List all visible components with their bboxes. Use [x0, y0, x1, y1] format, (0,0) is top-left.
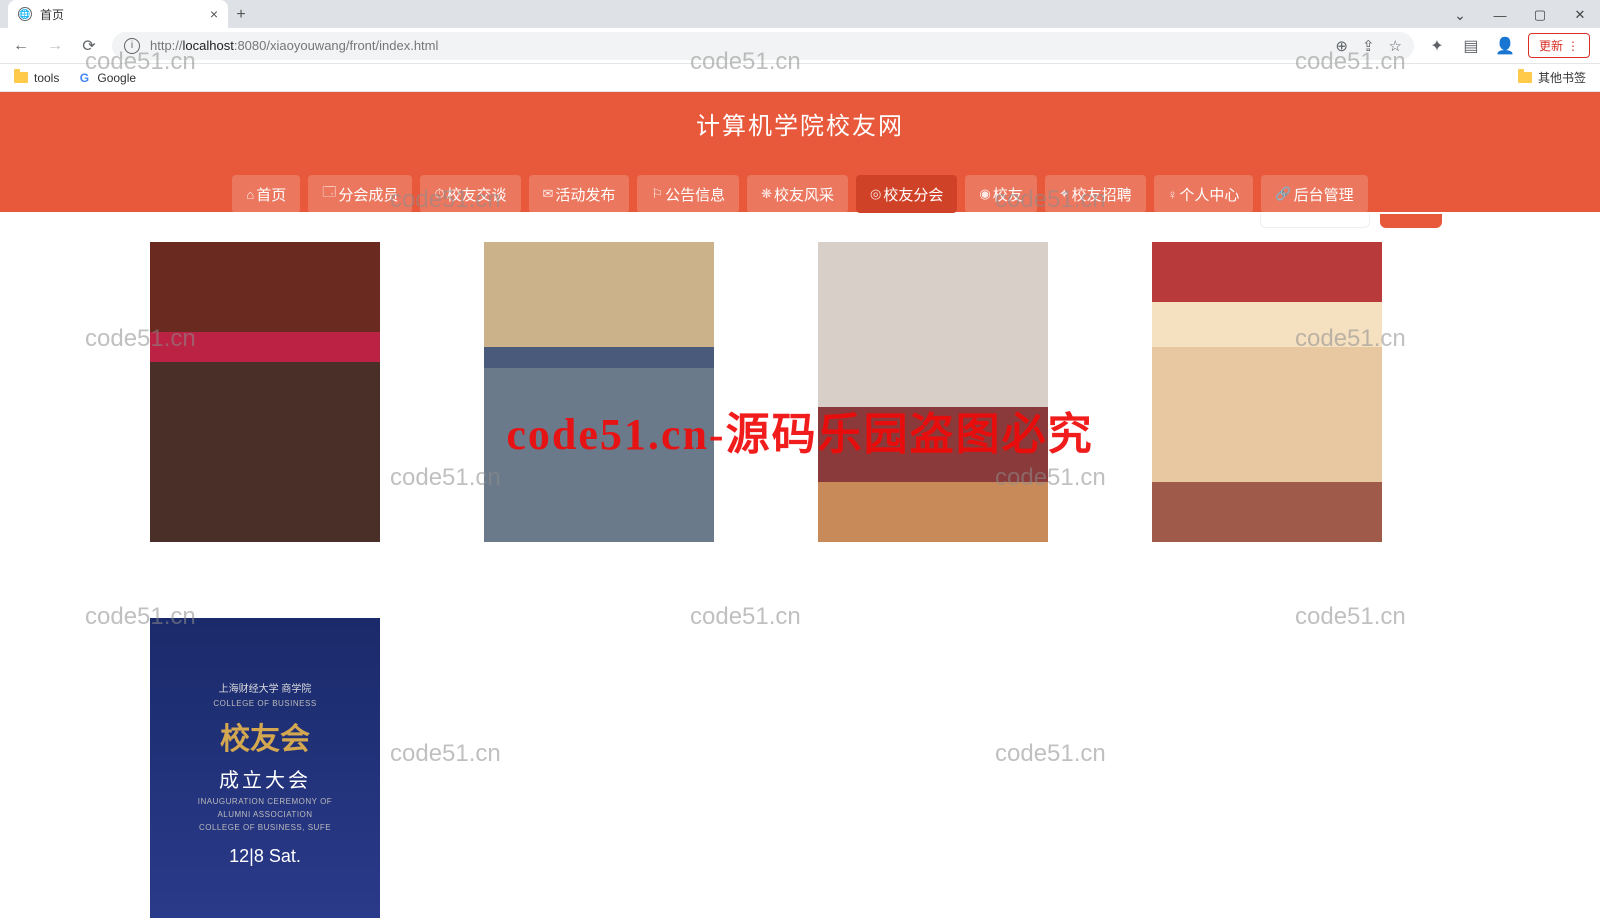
back-button[interactable]: ←	[10, 35, 32, 57]
card-image	[818, 242, 1048, 542]
nav-icon: ❋	[761, 186, 772, 202]
card-image	[1152, 242, 1382, 542]
card-image: 上海财经大学 商学院 COLLEGE OF BUSINESS 校友会 成立大会 …	[150, 618, 380, 918]
site-title: 计算机学院校友网	[0, 106, 1600, 141]
nav-icon: 🔗	[1275, 186, 1291, 202]
nav-label: 活动发布	[555, 184, 615, 205]
browser-tab-strip: 🌐 首页 × +	[0, 0, 1600, 28]
nav-item-3[interactable]: ✉活动发布	[529, 175, 630, 213]
nav-icon: 🗔	[322, 183, 336, 205]
nav-label: 首页	[256, 184, 286, 205]
card-image	[150, 242, 380, 542]
branch-card[interactable]	[150, 242, 380, 542]
card-image	[484, 242, 714, 542]
close-window-button[interactable]: ✕	[1560, 2, 1600, 28]
branch-card[interactable]	[1152, 242, 1382, 542]
branch-card[interactable]	[484, 242, 714, 542]
update-button[interactable]: 更新⋮	[1528, 33, 1590, 58]
nav-label: 后台管理	[1294, 184, 1354, 205]
bookmark-google[interactable]: GGoogle	[77, 71, 136, 85]
address-bar[interactable]: i http://localhost:8080/xiaoyouwang/fron…	[112, 32, 1414, 60]
main-nav: ⌂首页🗔分会成员⏱校友交谈✉活动发布⚐公告信息❋校友风采◎校友分会◉校友✦校友招…	[0, 175, 1600, 213]
nav-item-0[interactable]: ⌂首页	[232, 175, 300, 213]
new-tab-button[interactable]: +	[228, 2, 254, 28]
folder-icon	[1518, 72, 1532, 83]
zoom-icon[interactable]: ⊕	[1335, 37, 1348, 55]
nav-item-4[interactable]: ⚐公告信息	[637, 175, 739, 213]
nav-label: 校友交谈	[446, 184, 506, 205]
nav-item-5[interactable]: ❋校友风采	[747, 175, 848, 213]
nav-label: 校友分会	[883, 184, 943, 205]
browser-tab[interactable]: 🌐 首页 ×	[8, 0, 228, 28]
nav-label: 个人中心	[1179, 184, 1239, 205]
folder-icon	[14, 72, 28, 83]
google-icon: G	[77, 71, 91, 85]
nav-icon: ♀	[1168, 187, 1178, 202]
minimize-button[interactable]: —	[1480, 2, 1520, 28]
url-text: http://localhost:8080/xiaoyouwang/front/…	[150, 38, 438, 53]
nav-icon: ◎	[870, 186, 881, 202]
forward-button[interactable]: →	[44, 35, 66, 57]
profile-icon[interactable]: 👤	[1494, 35, 1516, 57]
branch-card[interactable]: 上海财经大学 商学院 COLLEGE OF BUSINESS 校友会 成立大会 …	[150, 618, 380, 918]
bookmark-other[interactable]: 其他书签	[1518, 69, 1586, 86]
branch-card[interactable]	[818, 242, 1048, 542]
search-button[interactable]	[1380, 214, 1442, 228]
reload-button[interactable]: ⟳	[78, 35, 100, 57]
nav-icon: ◉	[979, 186, 990, 202]
chevron-down-icon[interactable]: ⌄	[1440, 2, 1480, 28]
search-area	[1260, 214, 1442, 228]
nav-item-2[interactable]: ⏱校友交谈	[420, 175, 520, 213]
nav-label: 分会成员	[338, 184, 398, 205]
nav-item-8[interactable]: ✦校友招聘	[1045, 175, 1146, 213]
nav-label: 公告信息	[665, 184, 725, 205]
nav-item-1[interactable]: 🗔分会成员	[308, 175, 412, 213]
tab-title: 首页	[40, 6, 64, 23]
side-panel-icon[interactable]: ▤	[1460, 35, 1482, 57]
share-icon[interactable]: ⇪	[1362, 37, 1375, 55]
nav-item-6[interactable]: ◎校友分会	[856, 175, 957, 213]
nav-item-10[interactable]: 🔗后台管理	[1261, 175, 1367, 213]
browser-toolbar: ← → ⟳ i http://localhost:8080/xiaoyouwan…	[0, 28, 1600, 64]
globe-icon: 🌐	[18, 7, 32, 21]
page-header: 计算机学院校友网 ⌂首页🗔分会成员⏱校友交谈✉活动发布⚐公告信息❋校友风采◎校友…	[0, 92, 1600, 212]
nav-icon: ⚐	[651, 186, 663, 202]
search-input[interactable]	[1260, 214, 1370, 228]
nav-icon: ✦	[1059, 186, 1070, 202]
bookmark-star-icon[interactable]: ☆	[1389, 37, 1402, 55]
nav-icon: ⌂	[246, 187, 254, 202]
nav-label: 校友风采	[774, 184, 834, 205]
nav-icon: ✉	[543, 186, 554, 202]
nav-icon: ⏱	[434, 186, 444, 202]
nav-label: 校友招聘	[1072, 184, 1132, 205]
window-controls: ⌄ — ▢ ✕	[1440, 2, 1600, 28]
nav-item-9[interactable]: ♀个人中心	[1154, 175, 1254, 213]
close-icon[interactable]: ×	[210, 6, 218, 22]
content-area: 上海财经大学 商学院 COLLEGE OF BUSINESS 校友会 成立大会 …	[0, 212, 1600, 918]
bookmark-tools[interactable]: tools	[14, 71, 59, 85]
info-icon[interactable]: i	[124, 38, 140, 54]
bookmarks-bar: tools GGoogle 其他书签	[0, 64, 1600, 92]
extensions-icon[interactable]: ✦	[1426, 35, 1448, 57]
nav-item-7[interactable]: ◉校友	[965, 175, 1036, 213]
card-grid: 上海财经大学 商学院 COLLEGE OF BUSINESS 校友会 成立大会 …	[150, 242, 1450, 918]
maximize-button[interactable]: ▢	[1520, 2, 1560, 28]
nav-label: 校友	[993, 184, 1023, 205]
